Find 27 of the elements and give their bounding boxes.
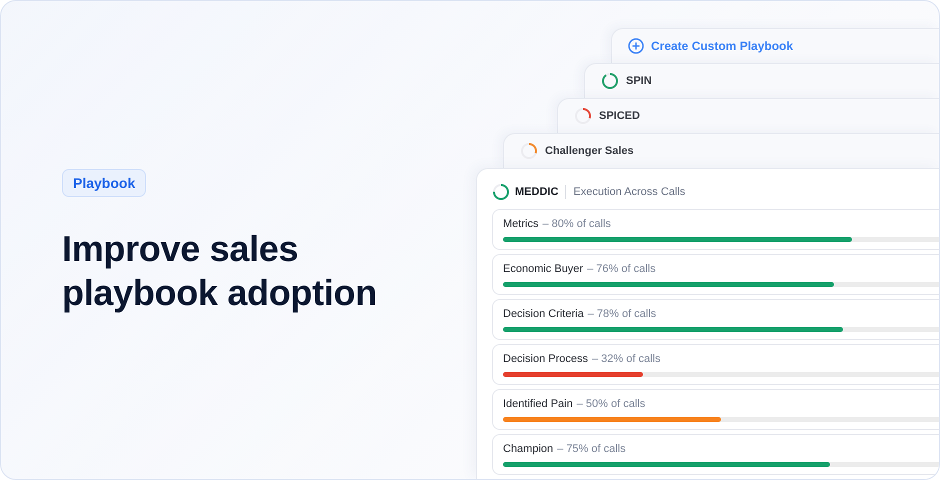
metric-reading: – 32% of calls [592,353,660,365]
playbook-name: Challenger Sales [545,145,634,157]
metric-name: Decision Criteria [503,308,584,320]
playbook-card[interactable]: SPICED [557,98,939,133]
plus-circle-icon [628,38,644,54]
metric-name: Identified Pain [503,398,573,410]
progress-ring-icon [520,142,538,160]
headline: Improve sales playbook adoption [62,227,378,315]
progress-ring-icon [492,183,510,201]
playbook-card[interactable]: SPIN [584,63,939,98]
playbook-name: SPIN [626,75,652,87]
category-tag: Playbook [62,169,146,197]
playbook-name: SPICED [599,110,640,122]
card-title: MEDDIC [515,186,558,198]
metric-reading: – 80% of calls [542,218,611,230]
metric-reading: – 78% of calls [588,308,656,320]
playbook-card[interactable]: Challenger Sales [503,133,939,168]
progress-ring-icon [574,107,592,125]
metric-name: Decision Process [503,353,588,365]
metric-reading: – 75% of calls [557,443,626,455]
metric-name: Champion [503,443,554,455]
progress-ring-icon [601,72,619,90]
metric-reading: – 76% of calls [587,263,656,275]
card-subtitle: Execution Across Calls [573,186,686,198]
metric-name: Metrics [503,218,538,230]
metric-name: Economic Buyer [503,263,584,275]
metric-reading: – 50% of calls [576,398,646,410]
